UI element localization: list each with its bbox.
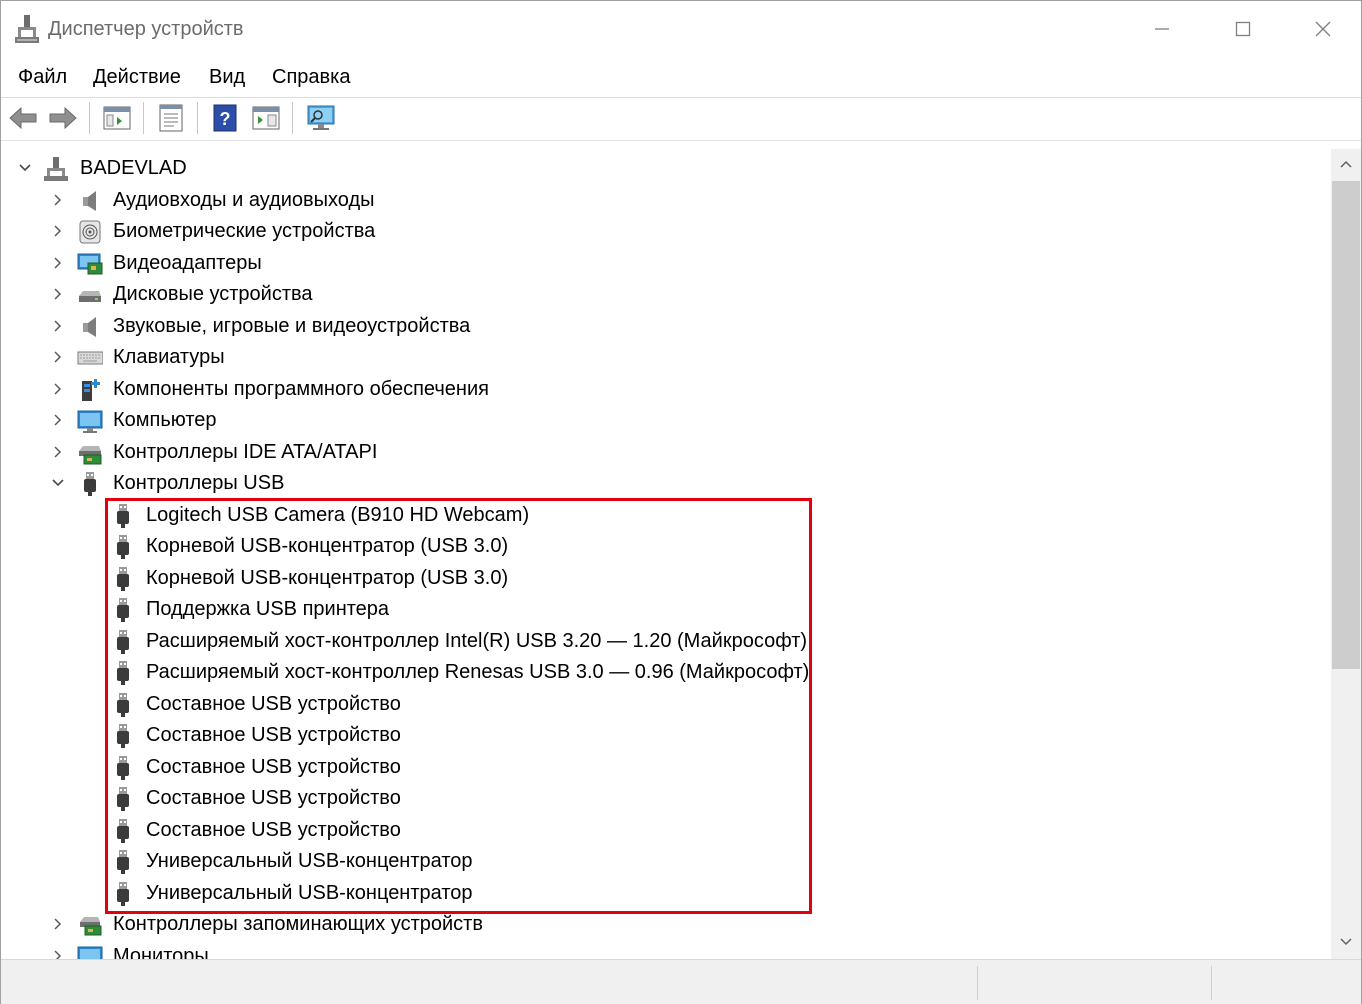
fingerprint-icon [77, 219, 103, 245]
speaker-icon [77, 314, 103, 340]
chevron-right-icon[interactable] [49, 411, 67, 429]
menu-bar: Файл Действие Вид Справка [1, 57, 1361, 98]
tree-category-row[interactable]: Видеоадаптеры [5, 248, 1325, 279]
tree-category-label: Контроллеры USB [113, 472, 285, 494]
status-bar [1, 959, 1361, 1004]
ide-controller-icon [77, 440, 103, 466]
keyboard-icon [77, 345, 104, 371]
tree-root-row[interactable]: BADEVLAD [5, 153, 1325, 184]
tree-category-row[interactable]: Контроллеры IDE ATA/ATAPI [5, 437, 1325, 468]
chevron-down-icon[interactable] [16, 159, 34, 177]
show-hide-console-tree-icon[interactable] [101, 102, 133, 134]
usb-plug-icon [77, 471, 103, 497]
tree-category-label: Контроллеры запоминающих устройств [113, 913, 483, 935]
chevron-right-icon[interactable] [49, 348, 67, 366]
menu-action[interactable]: Действие [93, 66, 181, 89]
toolbar: ? [1, 98, 1361, 141]
tree-category-label: Звуковые, игровые и видеоустройства [113, 315, 471, 337]
display-adapter-icon [77, 251, 103, 277]
toolbar-separator [292, 102, 293, 134]
scroll-down-icon[interactable] [1338, 933, 1354, 949]
device-manager-app-icon [15, 15, 39, 43]
tree-category-row-usb[interactable]: Контроллеры USB [5, 468, 1325, 499]
tree-category-row[interactable]: Мониторы [5, 941, 1325, 959]
scan-hardware-monitor-icon[interactable] [305, 102, 337, 134]
scrollbar-thumb[interactable] [1332, 181, 1360, 669]
close-button[interactable] [1303, 9, 1343, 49]
chevron-down-icon[interactable] [49, 474, 67, 492]
tree-category-label: Видеоадаптеры [113, 252, 262, 274]
chevron-right-icon[interactable] [49, 285, 67, 303]
back-arrow-icon[interactable] [7, 102, 39, 134]
menu-file[interactable]: Файл [18, 66, 67, 89]
tree-category-label: Дисковые устройства [113, 283, 313, 305]
properties-icon[interactable] [155, 102, 187, 134]
status-separator [977, 966, 978, 1000]
status-separator [1211, 966, 1212, 1000]
tree-category-row[interactable]: Дисковые устройства [5, 279, 1325, 310]
storage-controller-icon [77, 912, 103, 938]
chevron-right-icon[interactable] [49, 222, 67, 240]
action-pane-icon[interactable] [250, 102, 282, 134]
chevron-right-icon[interactable] [49, 317, 67, 335]
chevron-right-icon[interactable] [49, 443, 67, 461]
chevron-right-icon[interactable] [49, 380, 67, 398]
forward-arrow-icon[interactable] [47, 102, 79, 134]
disk-drive-icon [77, 282, 103, 308]
tree-category-label: Компьютер [113, 409, 217, 431]
svg-text:?: ? [220, 109, 231, 129]
speaker-icon [77, 188, 103, 214]
tree-category-label: Аудиовходы и аудиовыходы [113, 189, 375, 211]
maximize-button[interactable] [1223, 9, 1263, 49]
tree-category-label: Мониторы [113, 945, 209, 959]
device-manager-window: Диспетчер устройств Файл Действие Вид Сп… [0, 0, 1362, 1004]
toolbar-separator [143, 102, 144, 134]
scroll-up-icon[interactable] [1338, 157, 1354, 173]
chevron-right-icon[interactable] [49, 947, 67, 959]
tree-category-row[interactable]: Компоненты программного обеспечения [5, 374, 1325, 405]
usb-devices-highlight-box [105, 498, 812, 914]
monitor-icon [77, 944, 103, 959]
chevron-right-icon[interactable] [49, 191, 67, 209]
tree-category-label: Клавиатуры [113, 346, 225, 368]
tree-category-row[interactable]: Компьютер [5, 405, 1325, 436]
tree-category-row[interactable]: Звуковые, игровые и видеоустройства [5, 311, 1325, 342]
software-component-icon [77, 377, 103, 403]
tree-root-label: BADEVLAD [80, 157, 187, 179]
help-icon[interactable]: ? [209, 102, 241, 134]
tree-category-label: Биометрические устройства [113, 220, 376, 242]
title-bar[interactable]: Диспетчер устройств [1, 1, 1361, 57]
menu-help[interactable]: Справка [272, 66, 350, 89]
toolbar-separator [89, 102, 90, 134]
menu-view[interactable]: Вид [209, 66, 245, 89]
tree-category-label: Контроллеры IDE ATA/ATAPI [113, 441, 378, 463]
chevron-right-icon[interactable] [49, 915, 67, 933]
tree-category-row[interactable]: Аудиовходы и аудиовыходы [5, 185, 1325, 216]
window-title: Диспетчер устройств [48, 18, 244, 40]
computer-root-icon [43, 156, 69, 182]
minimize-button[interactable] [1142, 9, 1182, 49]
toolbar-separator [197, 102, 198, 134]
monitor-icon [77, 408, 103, 434]
tree-category-label: Компоненты программного обеспечения [113, 378, 489, 400]
chevron-right-icon[interactable] [49, 254, 67, 272]
tree-category-row[interactable]: Биометрические устройства [5, 216, 1325, 247]
tree-category-row[interactable]: Клавиатуры [5, 342, 1325, 373]
vertical-scrollbar[interactable] [1331, 149, 1361, 959]
